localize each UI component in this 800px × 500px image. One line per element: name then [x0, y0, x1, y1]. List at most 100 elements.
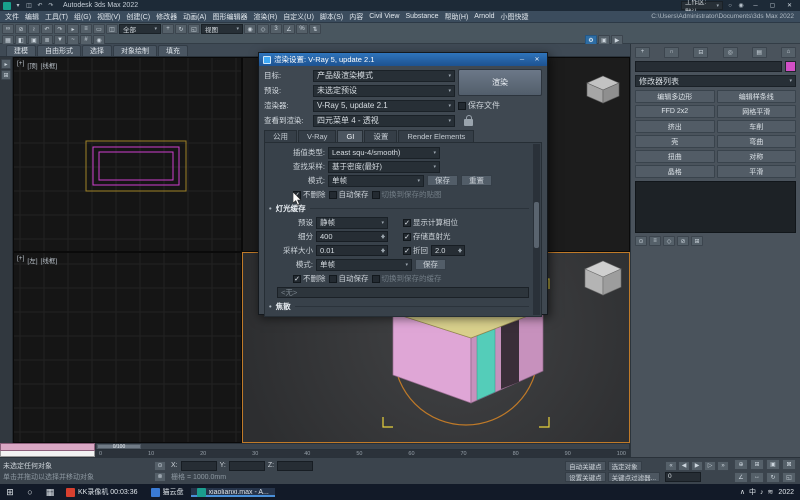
- dialog-scrollbar[interactable]: [533, 144, 540, 315]
- irradiance-reset-button[interactable]: 重置: [461, 175, 492, 186]
- application-menu-icon[interactable]: ▾: [13, 1, 23, 10]
- listener-macro-pane[interactable]: [0, 443, 95, 451]
- irradiance-save-button[interactable]: 保存: [427, 175, 458, 186]
- menu-item[interactable]: 帮助(H): [442, 11, 472, 23]
- light-cache-file-field[interactable]: <无>: [277, 287, 529, 298]
- viewport-shading-label[interactable]: [线框]: [41, 60, 58, 70]
- y-coordinate-field[interactable]: [229, 461, 265, 471]
- maximize-viewport-icon[interactable]: ◱: [782, 472, 796, 483]
- menu-item[interactable]: 编辑: [22, 11, 42, 23]
- menu-item[interactable]: 文件: [2, 11, 22, 23]
- light-cache-save-button[interactable]: 保存: [415, 259, 446, 270]
- modifier-button[interactable]: 扭曲: [635, 150, 715, 163]
- zoom-extents-icon[interactable]: ▣: [766, 459, 780, 470]
- modifier-button[interactable]: 编辑样条线: [717, 90, 797, 103]
- network-icon[interactable]: ≋: [768, 488, 774, 496]
- renderer-dropdown[interactable]: V-Ray 5, update 2.1: [313, 100, 455, 112]
- select-object-icon[interactable]: ▸: [67, 24, 79, 34]
- retrace-spinner[interactable]: 2.0: [431, 245, 465, 256]
- auto-key-button[interactable]: 自动关键点: [565, 461, 606, 471]
- close-button[interactable]: ✕: [782, 0, 797, 11]
- time-slider-thumb[interactable]: 0/100: [97, 444, 141, 449]
- modifier-button[interactable]: 挤出: [635, 120, 715, 133]
- tab-vray[interactable]: V-Ray: [298, 130, 336, 142]
- viewport-top[interactable]: [+] [顶] [线框]: [13, 57, 242, 252]
- viewport-view-label[interactable]: [顶]: [27, 60, 37, 70]
- tab-render-elements[interactable]: Render Elements: [398, 130, 474, 142]
- selection-set-dropdown[interactable]: 选定对象: [608, 461, 642, 471]
- menu-item[interactable]: 组(G): [71, 11, 94, 23]
- orbit-icon[interactable]: ↻: [766, 472, 780, 483]
- irradiance-mode-dropdown[interactable]: 单帧: [328, 175, 424, 187]
- modify-tab-icon[interactable]: ∩: [664, 47, 679, 58]
- zoom-icon[interactable]: ⊕: [734, 459, 748, 470]
- user-account-icon[interactable]: ◉: [736, 1, 746, 10]
- zoom-extents-all-icon[interactable]: ⊠: [782, 459, 796, 470]
- rectangular-selection-icon[interactable]: ▭: [93, 24, 105, 34]
- show-end-result-icon[interactable]: ≡: [649, 236, 661, 246]
- zoom-all-icon[interactable]: ⊞: [750, 459, 764, 470]
- taskbar-search-button[interactable]: ○: [20, 484, 40, 500]
- lc-auto-save-checkbox[interactable]: 自动保存: [329, 273, 369, 284]
- viewport-shading-label[interactable]: [线框]: [41, 255, 58, 265]
- menu-item[interactable]: 渲染(R): [250, 11, 280, 23]
- unlink-selection-icon[interactable]: ⊘: [15, 24, 27, 34]
- menu-item[interactable]: 工具(T): [42, 11, 71, 23]
- menu-item[interactable]: 内容: [346, 11, 366, 23]
- menu-item[interactable]: 视图(V): [94, 11, 123, 23]
- display-tab-icon[interactable]: ▤: [752, 47, 767, 58]
- select-by-name-icon[interactable]: ≡: [80, 24, 92, 34]
- layout-add-icon[interactable]: ⊞: [1, 70, 11, 80]
- menu-item[interactable]: 自定义(U): [280, 11, 317, 23]
- sample-size-spinner[interactable]: 0.01: [316, 245, 388, 256]
- menu-item[interactable]: 修改器: [153, 11, 180, 23]
- hierarchy-tab-icon[interactable]: ⊟: [693, 47, 708, 58]
- interpolation-type-dropdown[interactable]: Least squ-4/smooth): [328, 147, 440, 159]
- menu-item[interactable]: Substance: [402, 11, 441, 23]
- use-pivot-point-icon[interactable]: ◉: [244, 24, 256, 34]
- isolate-selection-icon[interactable]: ⊙: [154, 461, 166, 471]
- angle-snap-icon[interactable]: ∠: [283, 24, 295, 34]
- viewport-menu-button[interactable]: [+]: [17, 60, 24, 70]
- modifier-button[interactable]: 车削: [717, 120, 797, 133]
- light-cache-preset-dropdown[interactable]: 静帧: [316, 217, 388, 229]
- modifier-button[interactable]: 平滑: [717, 165, 797, 178]
- auto-save-checkbox[interactable]: 自动保存: [329, 189, 369, 200]
- taskbar-item-cloud[interactable]: 猫云盘: [145, 487, 190, 497]
- select-and-rotate-icon[interactable]: ↻: [175, 24, 187, 34]
- key-filters-button[interactable]: 关键点过滤器...: [608, 472, 660, 482]
- track-bar[interactable]: 0102030405060708090100: [95, 450, 630, 457]
- utilities-tab-icon[interactable]: ⌂: [781, 47, 796, 58]
- minimize-button[interactable]: ─: [748, 0, 763, 11]
- modifier-stack-list[interactable]: [635, 181, 796, 233]
- ribbon-tab[interactable]: 对象绘制: [113, 45, 157, 56]
- modifier-button[interactable]: FFD 2x2: [635, 105, 715, 118]
- menu-item[interactable]: 脚本(S): [317, 11, 346, 23]
- task-view-button[interactable]: ▦: [40, 484, 60, 500]
- light-cache-rollout-header[interactable]: 灯光缓存: [269, 202, 529, 215]
- menu-item[interactable]: 创建(C): [123, 11, 153, 23]
- volume-icon[interactable]: ♪: [760, 489, 764, 496]
- tab-common[interactable]: 公用: [264, 130, 297, 142]
- dialog-minimize-button[interactable]: ─: [516, 57, 528, 63]
- viewport-view-label[interactable]: [左]: [27, 255, 37, 265]
- sample-lookup-dropdown[interactable]: 基于密度(最好): [328, 161, 440, 173]
- ribbon-tab[interactable]: 选择: [82, 45, 112, 56]
- modifier-button[interactable]: 壳: [635, 135, 715, 148]
- go-to-end-icon[interactable]: »: [717, 461, 729, 471]
- ribbon-tab[interactable]: 自由形式: [37, 45, 81, 56]
- light-cache-mode-dropdown[interactable]: 单帧: [316, 259, 412, 271]
- tray-expand-icon[interactable]: ∧: [740, 488, 745, 496]
- menu-item[interactable]: Civil View: [366, 11, 402, 23]
- subdivs-spinner[interactable]: 400: [316, 231, 388, 242]
- modifier-button[interactable]: 编辑多边形: [635, 90, 715, 103]
- pan-icon[interactable]: ↔: [750, 472, 764, 483]
- render-button[interactable]: 渲染: [458, 69, 542, 96]
- ribbon-tab[interactable]: 建模: [6, 45, 36, 56]
- target-dropdown[interactable]: 产品级渲染模式: [313, 70, 455, 82]
- search-icon[interactable]: ○: [725, 1, 735, 10]
- undo-icon[interactable]: ↶: [41, 24, 53, 34]
- save-file-checkbox[interactable]: 保存文件: [458, 100, 500, 111]
- modifier-button[interactable]: 晶格: [635, 165, 715, 178]
- taskbar-item-3dsmax[interactable]: xiaolianxi.max - A...: [191, 488, 275, 497]
